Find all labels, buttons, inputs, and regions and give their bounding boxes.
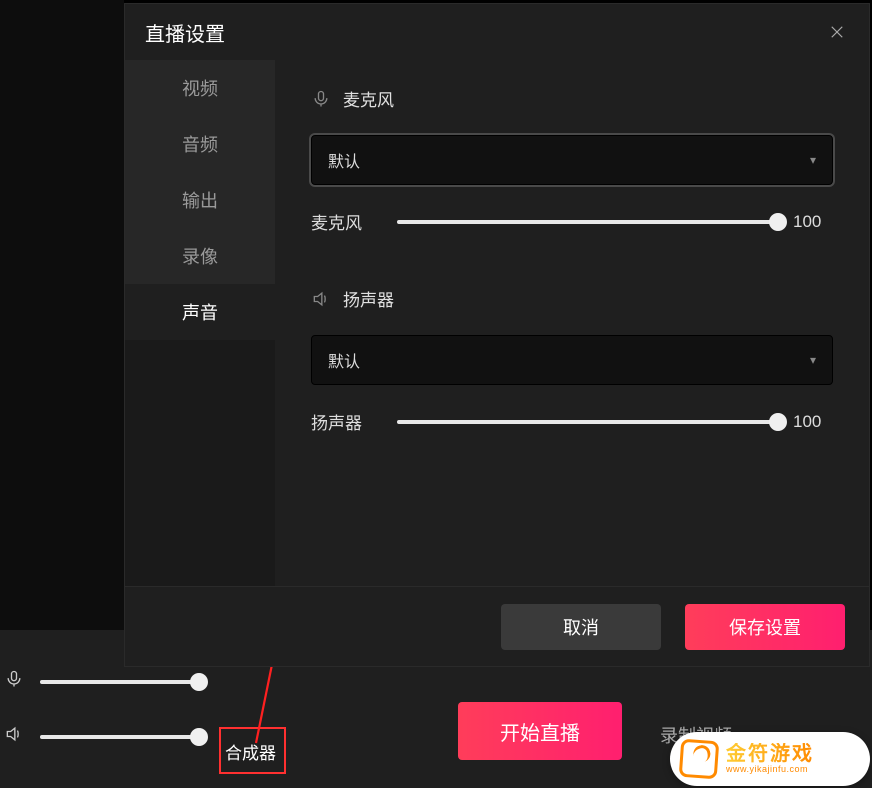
speaker-section-label: 扬声器	[343, 286, 394, 311]
start-stream-label: 开始直播	[500, 717, 580, 746]
sidebar-item-label: 声音	[182, 299, 218, 325]
chevron-down-icon: ▾	[810, 353, 816, 367]
mic-device-dropdown[interactable]: 默认 ▾	[311, 135, 833, 185]
chevron-down-icon: ▾	[810, 153, 816, 167]
slider-thumb[interactable]	[190, 673, 208, 691]
settings-sidebar: 视频 音频 输出 录像 声音	[125, 60, 275, 586]
save-settings-button[interactable]: 保存设置	[685, 604, 845, 650]
speaker-mini-track[interactable]	[40, 735, 200, 739]
modal-header: 直播设置	[125, 4, 869, 60]
speaker-device-selected: 默认	[328, 348, 360, 372]
mic-mini-track[interactable]	[40, 680, 200, 684]
speaker-icon	[4, 724, 26, 749]
sidebar-item-label: 音频	[182, 131, 218, 157]
watermark-text: 金符游戏 www.yikajinfu.com	[726, 743, 814, 775]
modal-footer: 取消 保存设置	[125, 586, 869, 666]
mic-volume-value: 100	[793, 212, 833, 232]
slider-thumb[interactable]	[190, 728, 208, 746]
modal-title: 直播设置	[145, 18, 225, 47]
speaker-volume-row: 扬声器 100	[311, 409, 833, 434]
mic-volume-slider[interactable]	[397, 220, 779, 224]
stage-background	[0, 0, 124, 630]
modal-body: 视频 音频 输出 录像 声音 麦克风 默认 ▾ 麦克风	[125, 60, 869, 586]
start-stream-button[interactable]: 开始直播	[458, 702, 622, 760]
sidebar-item-video[interactable]: 视频	[125, 60, 275, 116]
mixer-button[interactable]: 合成器	[219, 727, 286, 774]
speaker-volume-slider[interactable]	[397, 420, 779, 424]
slider-thumb[interactable]	[769, 213, 787, 231]
mic-volume-row: 麦克风 100	[311, 209, 833, 234]
speaker-section-head: 扬声器	[311, 286, 833, 311]
speaker-volume-value: 100	[793, 412, 833, 432]
sidebar-item-label: 录像	[182, 243, 218, 269]
mic-section-label: 麦克风	[343, 86, 394, 111]
sidebar-item-audio[interactable]: 音频	[125, 116, 275, 172]
watermark: 金符游戏 www.yikajinfu.com	[670, 732, 870, 786]
sidebar-item-record[interactable]: 录像	[125, 228, 275, 284]
sidebar-item-label: 视频	[182, 75, 218, 101]
sidebar-item-label: 输出	[182, 187, 218, 213]
cancel-label: 取消	[563, 614, 599, 640]
mic-device-selected: 默认	[328, 148, 360, 172]
mic-section-head: 麦克风	[311, 86, 833, 111]
mic-volume-label: 麦克风	[311, 209, 383, 234]
speaker-icon	[311, 289, 331, 309]
settings-main: 麦克风 默认 ▾ 麦克风 100 扬声器 默认	[275, 60, 869, 586]
sidebar-item-sound[interactable]: 声音	[125, 284, 275, 340]
microphone-icon	[311, 89, 331, 109]
watermark-logo-icon	[679, 739, 720, 780]
watermark-name: 金符游戏	[726, 743, 814, 765]
save-label: 保存设置	[729, 614, 801, 640]
mic-mini-slider[interactable]	[4, 669, 300, 694]
settings-modal: 直播设置 视频 音频 输出 录像 声音 麦克风 默认 ▾	[124, 3, 870, 667]
sidebar-item-output[interactable]: 输出	[125, 172, 275, 228]
sidebar-fill	[125, 340, 275, 586]
cancel-button[interactable]: 取消	[501, 604, 661, 650]
microphone-icon	[4, 669, 26, 694]
watermark-url: www.yikajinfu.com	[726, 765, 814, 775]
speaker-volume-label: 扬声器	[311, 409, 383, 434]
close-icon	[828, 23, 846, 41]
slider-thumb[interactable]	[769, 413, 787, 431]
mixer-label: 合成器	[225, 744, 276, 763]
speaker-device-dropdown[interactable]: 默认 ▾	[311, 335, 833, 385]
close-button[interactable]	[825, 20, 849, 44]
